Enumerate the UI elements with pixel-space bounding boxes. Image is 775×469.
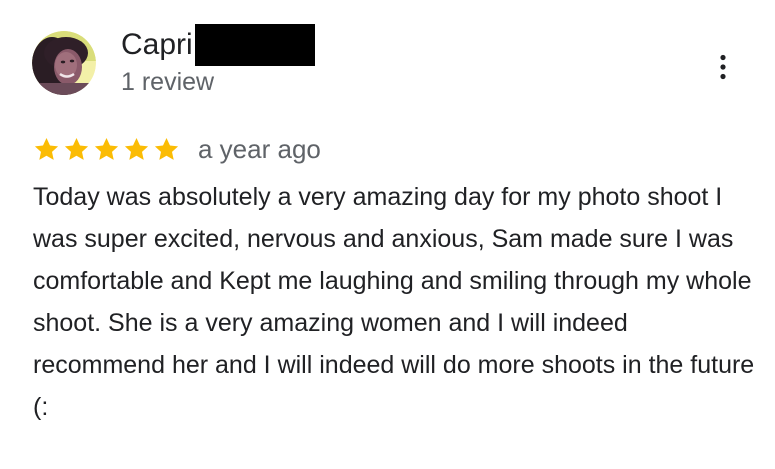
more-options-button[interactable] — [706, 50, 740, 84]
reviewer-name[interactable]: Capri — [121, 24, 193, 66]
rating-row: a year ago — [33, 131, 321, 167]
review-card: Capri 1 review a year ago Today was abso… — [0, 0, 775, 469]
avatar[interactable] — [32, 31, 96, 95]
star-icon — [64, 137, 89, 160]
star-icon — [124, 137, 149, 160]
star-rating — [33, 136, 183, 163]
star-icon — [94, 137, 119, 160]
reviewer-review-count[interactable]: 1 review — [121, 66, 214, 98]
reviewer-name-row: Capri — [121, 24, 315, 66]
star-icon — [34, 137, 59, 160]
review-date: a year ago — [198, 134, 321, 164]
profile-photo-icon — [32, 31, 96, 95]
star-icon — [154, 137, 179, 160]
review-text: Today was absolutely a very amazing day … — [33, 183, 755, 421]
redaction-bar — [194, 24, 315, 66]
more-vert-icon — [720, 54, 726, 80]
